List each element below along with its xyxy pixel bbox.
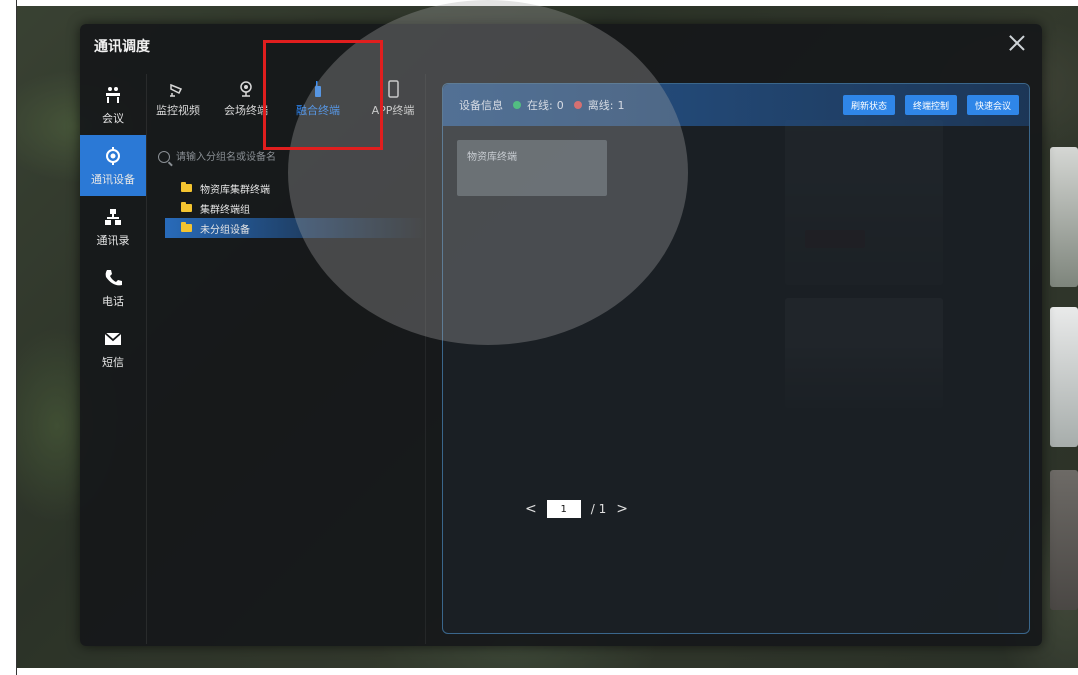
dialog-title: 通讯调度 xyxy=(94,39,150,55)
close-icon[interactable] xyxy=(1006,32,1028,54)
tab-venue-terminal[interactable]: 会场终端 xyxy=(218,76,274,122)
tree-item-label: 物资库集群终端 xyxy=(200,184,270,196)
tab-label: 融合终端 xyxy=(296,104,340,117)
tree-item[interactable]: 未分组设备 xyxy=(165,218,425,238)
refresh-status-button[interactable]: 刷新状态 xyxy=(842,95,895,115)
meeting-icon xyxy=(102,84,124,106)
online-count: 0 xyxy=(556,98,564,112)
mid-divider xyxy=(425,74,426,644)
online-label: 在线: xyxy=(527,99,553,112)
tab-fusion-terminal[interactable]: 融合终端 xyxy=(290,76,346,122)
page-total: / 1 xyxy=(590,502,607,516)
device-tabs: 监控视频 会场终端 融合终端 APP终端 xyxy=(150,76,430,122)
offline-dot-icon xyxy=(573,101,582,109)
tab-monitor-video[interactable]: 监控视频 xyxy=(150,76,206,122)
webcam-icon xyxy=(237,76,255,98)
next-page-button[interactable]: > xyxy=(616,501,628,517)
search-input[interactable] xyxy=(176,146,420,168)
communication-dialog: 通讯调度 会议 通讯设备 通讯录 电话 短信 监控视频 会场终端 融合终端 AP… xyxy=(80,24,1042,646)
nav-item-meeting[interactable]: 会议 xyxy=(80,74,146,135)
panel-header: 设备信息 在线: 0 离线: 1 刷新状态 终端控制 快速会议 xyxy=(443,84,1029,126)
device-card[interactable]: 物资库终端 xyxy=(457,140,607,196)
nav-label: 短信 xyxy=(102,355,124,369)
nav-item-devices[interactable]: 通讯设备 xyxy=(80,135,146,196)
offline-label: 离线: xyxy=(587,99,614,112)
terminal-control-button[interactable]: 终端控制 xyxy=(904,95,957,115)
video-thumbnail[interactable] xyxy=(1050,147,1078,287)
device-info-panel: 设备信息 在线: 0 离线: 1 刷新状态 终端控制 快速会议 物资库终端 xyxy=(442,83,1030,634)
folder-icon xyxy=(181,202,192,212)
tree-item[interactable]: 集群终端组 xyxy=(165,198,425,218)
pagination: < / 1 > xyxy=(525,500,628,518)
tab-label: 会场终端 xyxy=(224,104,268,117)
sms-icon xyxy=(102,328,124,350)
video-thumbnail[interactable] xyxy=(1050,307,1078,447)
nav-label: 电话 xyxy=(102,294,124,308)
camera-icon xyxy=(169,76,187,98)
tree-item-label: 未分组设备 xyxy=(200,224,250,236)
device-icon xyxy=(102,145,124,167)
tree-item-label: 集群终端组 xyxy=(200,204,250,216)
side-divider xyxy=(146,74,147,644)
tab-app-terminal[interactable]: APP终端 xyxy=(360,76,426,122)
prev-page-button[interactable]: < xyxy=(525,501,537,517)
online-dot-icon xyxy=(513,101,521,109)
nav-label: 会议 xyxy=(102,111,124,125)
search-bar xyxy=(150,144,420,170)
mobile-icon xyxy=(384,76,402,98)
nav-item-sms[interactable]: 短信 xyxy=(80,318,146,379)
tab-label: 监控视频 xyxy=(156,104,200,117)
tab-label: APP终端 xyxy=(371,104,415,117)
phone-icon xyxy=(102,267,124,289)
header-buttons: 刷新状态 终端控制 快速会议 xyxy=(842,95,1019,115)
nav-item-phone[interactable]: 电话 xyxy=(80,257,146,318)
search-icon xyxy=(158,151,170,163)
tree-item[interactable]: 物资库集群终端 xyxy=(165,178,425,198)
device-tree: 物资库集群终端 集群终端组 未分组设备 xyxy=(165,178,425,238)
video-thumbnail[interactable] xyxy=(1050,470,1078,610)
nav-item-contacts[interactable]: 通讯录 xyxy=(80,196,146,257)
radio-icon xyxy=(309,76,327,98)
page-number-input[interactable] xyxy=(546,500,581,518)
device-card-label: 物资库终端 xyxy=(467,152,517,163)
nav-label: 通讯录 xyxy=(96,233,130,247)
quick-meeting-button[interactable]: 快速会议 xyxy=(966,95,1019,115)
offline-count: 1 xyxy=(617,98,625,112)
panel-title: 设备信息 xyxy=(459,99,503,112)
folder-icon xyxy=(181,222,192,232)
nav-label: 通讯设备 xyxy=(91,172,135,186)
contacts-icon xyxy=(102,206,124,228)
side-nav: 会议 通讯设备 通讯录 电话 短信 xyxy=(80,74,146,379)
folder-icon xyxy=(181,182,192,192)
